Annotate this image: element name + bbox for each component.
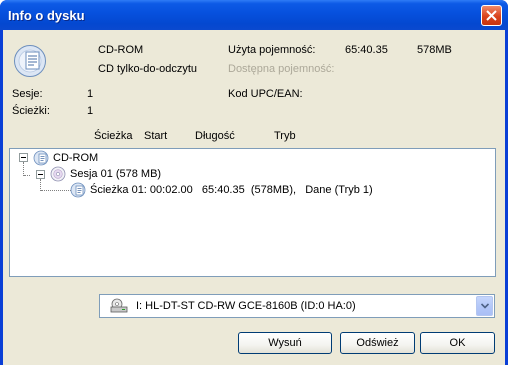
track-icon [70, 182, 86, 198]
title-bar[interactable]: Info o dysku [0, 0, 508, 30]
close-button[interactable] [481, 5, 502, 26]
cd-disc-icon [14, 45, 46, 77]
tree-item-track[interactable]: Ścieżka 01: 00:02.00 65:40.35 (578MB), D… [90, 184, 373, 196]
expander-session[interactable] [36, 170, 45, 179]
column-header-length: Długość [195, 130, 235, 142]
sessions-value: 1 [87, 88, 94, 100]
available-capacity-label: Dostępna pojemność: [228, 63, 335, 75]
drive-dropdown-button[interactable] [476, 296, 493, 316]
window-title: Info o dysku [8, 8, 85, 23]
expander-cd-rom[interactable] [19, 153, 28, 162]
disc-subtype: CD tylko-do-odczytu [98, 63, 198, 75]
chevron-down-icon [481, 303, 489, 309]
session-disc-icon [50, 166, 66, 182]
tracks-value: 1 [87, 105, 94, 117]
column-header-track: Ścieżka [94, 130, 133, 142]
close-icon [486, 10, 497, 21]
tree-item-session[interactable]: Sesja 01 (578 MB) [70, 168, 161, 180]
refresh-button[interactable]: Odśwież [340, 332, 415, 354]
column-header-mode: Tryb [274, 130, 296, 142]
tree-item-cd-rom[interactable]: CD-ROM [53, 152, 98, 164]
column-header-start: Start [144, 130, 168, 142]
drive-icon [110, 298, 128, 313]
used-capacity-label: Użyta pojemność: [228, 44, 316, 56]
used-capacity-time: 65:40.35 [345, 44, 388, 56]
eject-button[interactable]: Wysuń [238, 332, 332, 354]
dialog-body: CD-ROM CD tylko-do-odczytu Użyta pojemno… [3, 30, 505, 365]
drive-select-value: I: HL-DT-ST CD-RW GCE-8160B (ID:0 HA:0) [136, 300, 356, 312]
cd-disc-icon [33, 150, 49, 166]
track-tree[interactable]: CD-ROM Sesja 01 (578 MB) Ścieżka 01: 00:… [9, 148, 496, 277]
used-capacity-size: 578MB [417, 44, 452, 56]
sessions-label: Sesje: [12, 88, 43, 100]
dialog-window: Info o dysku CD-ROM CD tylko-do-odczytu … [0, 0, 508, 365]
disc-type: CD-ROM [98, 44, 144, 56]
drive-select[interactable]: I: HL-DT-ST CD-RW GCE-8160B (ID:0 HA:0) [99, 294, 495, 318]
tracks-label: Ścieżki: [12, 105, 50, 117]
ok-button[interactable]: OK [420, 332, 495, 354]
upc-label: Kod UPC/EAN: [228, 88, 303, 100]
